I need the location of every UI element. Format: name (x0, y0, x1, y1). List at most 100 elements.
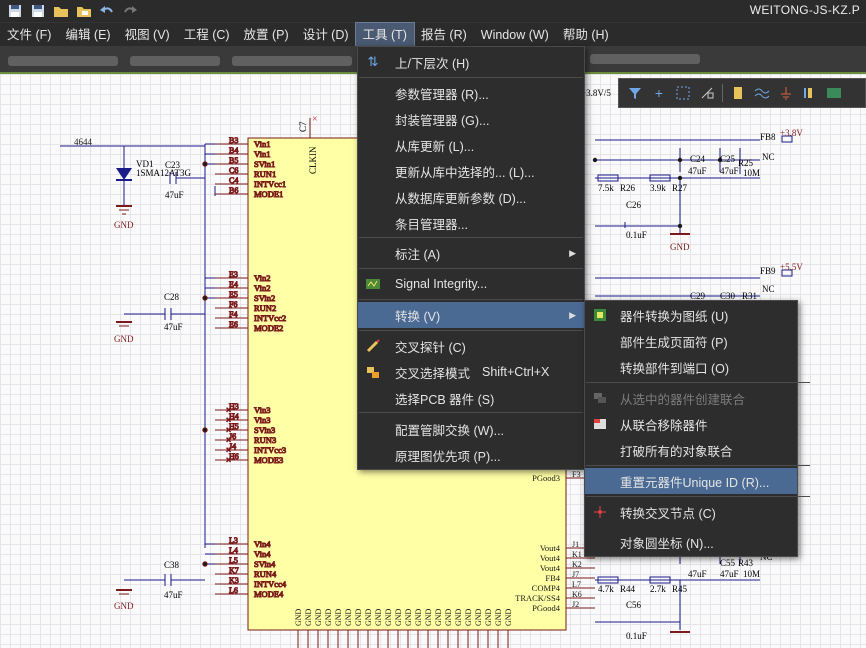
pin-number: J2 (572, 600, 579, 609)
cap-c25-ref[interactable]: C25 (720, 154, 736, 164)
pin-name: GND (494, 608, 503, 626)
pin-name: COMP4 (532, 583, 561, 593)
pin-name: GND (414, 608, 423, 626)
menu-item-item-manager[interactable]: 条目管理器... (358, 210, 584, 236)
junction-icon (591, 503, 609, 521)
menu-item-convert-junction[interactable]: 转换交叉节点 (C) (585, 499, 797, 525)
menu-item-convert[interactable]: 转换 (V) ▶ (358, 302, 584, 328)
open-project-icon[interactable] (76, 4, 92, 18)
menu-item-select-pcb-components[interactable]: 选择PCB 器件 (S) (358, 385, 584, 411)
menu-item-label: 原理图优先项 (P)... (395, 449, 501, 464)
menu-item-annotation[interactable]: 标注 (A) ▶ (358, 240, 584, 266)
pin-name: PGood3 (532, 473, 560, 483)
menu-item-label: 对象圆坐标 (N)... (620, 536, 714, 551)
menu-item-part-to-sheet-symbol[interactable]: 部件生成页面符 (P) (585, 328, 797, 354)
menu-help[interactable]: 帮助 (H) (556, 23, 616, 47)
menu-item-cross-select-mode[interactable]: 交叉选择模式 Shift+Ctrl+X (358, 359, 584, 385)
up-down-arrows-icon: ⇅ (367, 54, 379, 69)
pin-number: E3 (229, 270, 238, 279)
menu-view[interactable]: 视图 (V) (118, 23, 177, 47)
menu-item-break-all-unions[interactable]: 打破所有的对象联合 (585, 437, 797, 463)
pin-number: K7 (229, 566, 239, 575)
menu-item-label: 打破所有的对象联合 (620, 444, 733, 459)
menu-item-part-to-sheet[interactable]: 器件转换为图纸 (U) (585, 302, 797, 328)
net-label-4644[interactable]: 4644 (74, 137, 93, 147)
cap-c38-ref[interactable]: C38 (164, 560, 180, 570)
menu-edit[interactable]: 编辑 (E) (58, 23, 117, 47)
res-r26-ref[interactable]: R26 (620, 183, 636, 193)
pin-name: GND (324, 608, 333, 626)
menu-item-cross-probe[interactable]: 交叉探针 (C) (358, 333, 584, 359)
net-icon[interactable] (822, 82, 846, 104)
junction (202, 561, 208, 567)
pin-name: SVin4 (254, 559, 276, 569)
menu-item-update-params-from-db[interactable]: 从数据库更新参数 (D)... (358, 184, 584, 210)
menu-file[interactable]: 文件 (F) (0, 23, 58, 47)
pin-name: GND (454, 608, 463, 626)
pin-name: PGood4 (532, 603, 561, 613)
fb9-ref[interactable]: FB9 (760, 266, 776, 276)
component-icon[interactable] (726, 82, 750, 104)
menu-item-part-to-port[interactable]: 转换部件到端口 (O) (585, 354, 797, 380)
menu-item-remove-from-union[interactable]: 从联合移除器件 (585, 411, 797, 437)
wire-icon[interactable] (695, 82, 719, 104)
open-folder-icon[interactable] (53, 4, 69, 18)
menu-item-footprint-manager[interactable]: 封装管理器 (G)... (358, 106, 584, 132)
res-r27-val: 3.9k (650, 183, 666, 193)
menu-item-parameter-manager[interactable]: 参数管理器 (R)... (358, 80, 584, 106)
menu-item-reset-unique-id[interactable]: 重置元器件Unique ID (R)... (585, 468, 797, 494)
port-icon[interactable] (798, 82, 822, 104)
save-icon[interactable] (7, 4, 23, 18)
cap-c24-val: 47uF (688, 166, 707, 176)
res-r43-val: 10M (743, 569, 760, 579)
pin-name: GND (464, 608, 473, 626)
menu-item-update-from-library[interactable]: 从库更新 (L)... (358, 132, 584, 158)
res-r44-ref[interactable]: R44 (620, 584, 636, 594)
save-all-icon[interactable] (30, 4, 46, 18)
menu-item-schematic-preferences[interactable]: 原理图优先项 (P)... (358, 442, 584, 468)
menu-design[interactable]: 设计 (D) (296, 23, 356, 47)
pin-number: C6 (229, 166, 238, 175)
cap-c55-ref[interactable]: C55 (720, 558, 736, 568)
menu-item-update-selected-from-library[interactable]: 更新从库中选择的... (L)... (358, 158, 584, 184)
menu-item-configure-pin-swap[interactable]: 配置管脚交换 (W)... (358, 416, 584, 442)
menu-place[interactable]: 放置 (P) (237, 23, 296, 47)
fb8-nc: NC (762, 152, 775, 162)
redo-icon[interactable] (122, 4, 138, 18)
fb8-ref[interactable]: FB8 (760, 132, 776, 142)
res-r25-ref[interactable]: R25 (738, 158, 754, 168)
res-r26-val: 7.5k (598, 183, 614, 193)
add-icon[interactable]: + (647, 82, 671, 104)
power-icon[interactable] (774, 82, 798, 104)
cap-c28-ref[interactable]: C28 (164, 292, 180, 302)
pin-number: K3 (229, 576, 239, 585)
cap-c56-ref[interactable]: C56 (626, 600, 642, 610)
res-r45-ref[interactable]: R45 (672, 584, 688, 594)
bus-icon[interactable] (750, 82, 774, 104)
menu-reports[interactable]: 报告 (R) (414, 23, 474, 47)
menu-item-up-down-hierarchy[interactable]: ⇅ 上/下层次 (H) (358, 49, 584, 75)
res-r43-ref[interactable]: R43 (738, 558, 754, 568)
pin-name: SVin2 (254, 293, 275, 303)
menu-project[interactable]: 工程 (C) (177, 23, 237, 47)
menu-window[interactable]: Window (W) (474, 23, 556, 47)
menu-tools[interactable]: 工具 (T) (354, 21, 415, 48)
pin-name: GND (434, 608, 443, 626)
res-r27-ref[interactable]: R27 (672, 183, 688, 193)
menu-item-object-round-coords[interactable]: 对象圆坐标 (N)... (585, 529, 797, 555)
menu-item-label: 交叉选择模式 (395, 366, 471, 381)
cap-c23-ref[interactable]: C23 (165, 160, 181, 170)
select-rect-icon[interactable] (671, 82, 695, 104)
filter-icon[interactable] (623, 82, 647, 104)
pin-name: RUN2 (254, 303, 276, 313)
window-title: WEITONG-JS-KZ.P (749, 3, 860, 17)
cap-c25-val: 47uF (720, 166, 739, 176)
pin-clkin: CLKIN (308, 146, 318, 174)
cap-c26-ref[interactable]: C26 (626, 200, 642, 210)
menu-item-signal-integrity[interactable]: Signal Integrity... (358, 271, 584, 297)
menu-item-create-union: 从选中的器件创建联合 (585, 385, 797, 411)
cap-c24-ref[interactable]: C24 (690, 154, 706, 164)
undo-icon[interactable] (99, 4, 115, 18)
pin-number: E4 (229, 280, 238, 289)
pin-name: GND (424, 608, 433, 626)
